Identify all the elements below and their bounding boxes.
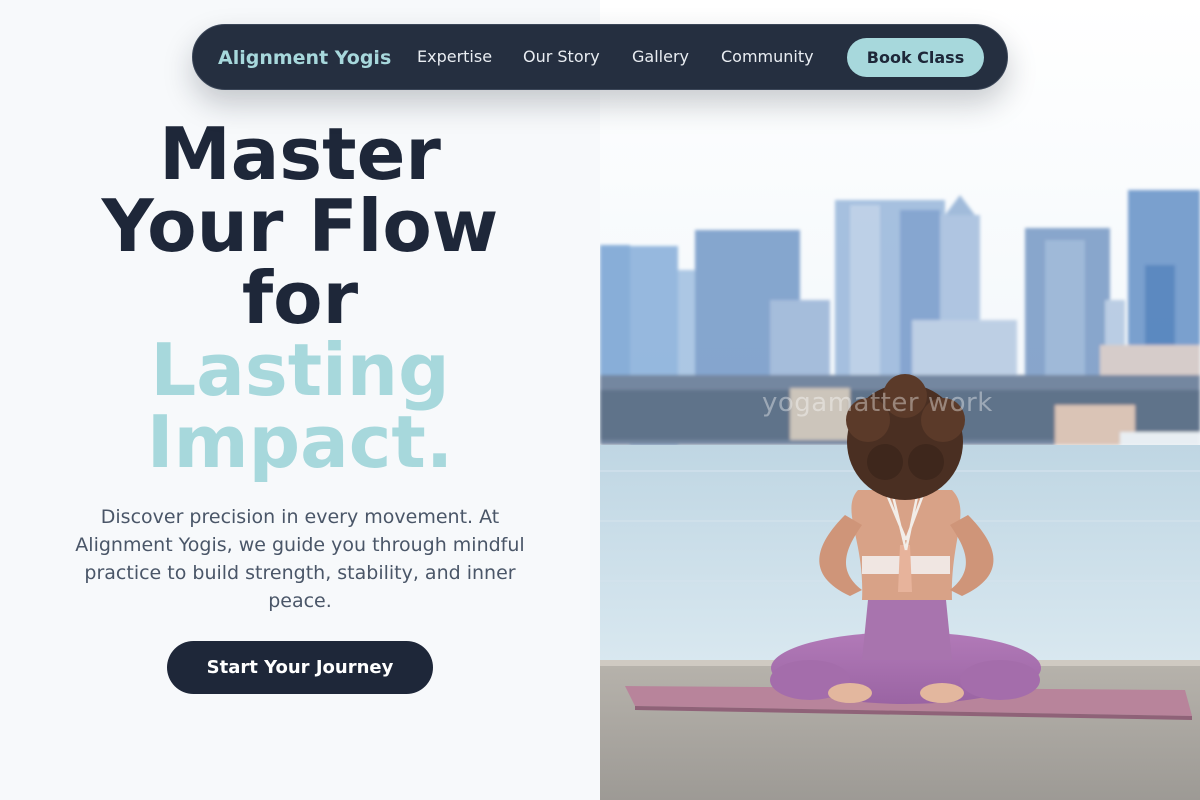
headline-line: for [241,256,359,340]
nav-link-expertise[interactable]: Expertise [417,25,492,91]
hero-description: Discover precision in every movement. At… [75,506,525,612]
book-class-button[interactable]: Book Class [847,38,984,77]
hero-section: Master Your Flow for Lasting Impact. Dis… [0,0,600,800]
headline-accent-line: Lasting [150,328,450,412]
hero-headline: Master Your Flow for Lasting Impact. [0,118,600,478]
brand-logo[interactable]: Alignment Yogis [218,25,391,91]
headline-accent-line: Impact. [146,400,454,484]
photo-watermark: yogamatter work [762,388,993,418]
nav-link-community[interactable]: Community [721,25,814,91]
headline-line: Master [159,112,441,196]
top-navigation: Alignment Yogis Expertise Our Story Gall… [192,24,1008,90]
start-journey-button[interactable]: Start Your Journey [167,641,433,694]
nav-link-our-story[interactable]: Our Story [523,25,600,91]
headline-line: Your Flow [101,184,499,268]
nav-link-gallery[interactable]: Gallery [632,25,689,91]
hero-photo: yogamatter work [600,0,1200,800]
